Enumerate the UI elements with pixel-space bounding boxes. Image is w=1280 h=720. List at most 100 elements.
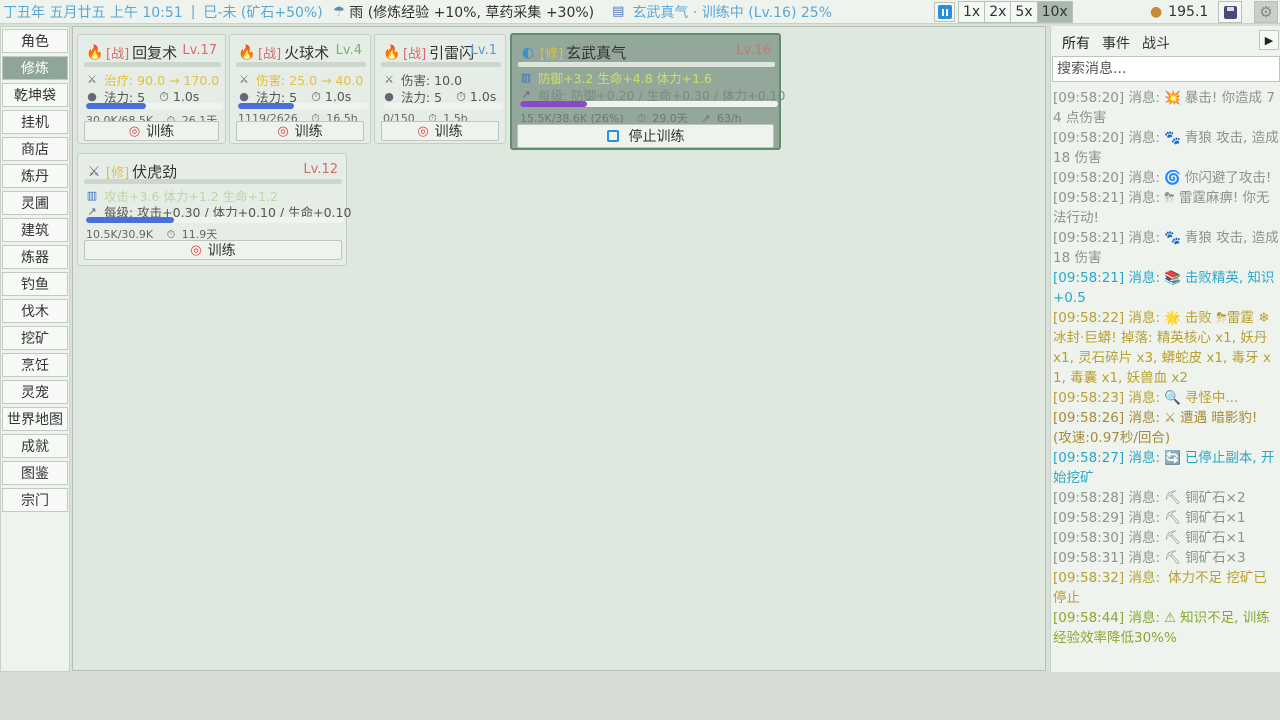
speed-2x-button[interactable]: 2x bbox=[984, 1, 1012, 23]
crossed-swords-icon: ⚔ bbox=[87, 73, 97, 86]
save-button[interactable] bbox=[1218, 1, 1242, 23]
skill-card-heal: 🔥 [战] 回复术 Lv.17 ⚔ 治疗: 90.0 → 170.0 ● 法力:… bbox=[77, 34, 226, 144]
skill-progress-fill bbox=[86, 103, 147, 109]
log-event-icon: ⛏ bbox=[1164, 490, 1182, 506]
speed-10x-button[interactable]: 10x bbox=[1036, 1, 1073, 23]
play-button[interactable]: ▶ bbox=[1259, 30, 1279, 50]
log-text: 铜矿石×3 bbox=[1185, 550, 1246, 566]
bar-chart-icon: ▥ bbox=[86, 189, 98, 202]
log-timestamp: [09:58:22] bbox=[1053, 310, 1125, 326]
skill-progress-bar bbox=[86, 217, 344, 223]
tab-events[interactable]: 事件 bbox=[1102, 33, 1130, 53]
sidebar-item-garden[interactable]: 灵圃 bbox=[2, 191, 68, 215]
tab-combat[interactable]: 战斗 bbox=[1142, 33, 1170, 53]
log-event-icon: 🔍 bbox=[1164, 390, 1181, 406]
log-prefix: 消息: bbox=[1128, 610, 1161, 626]
gear-icon: ⚙ bbox=[1259, 3, 1273, 21]
speed-5x-button[interactable]: 5x bbox=[1010, 1, 1038, 23]
train-button[interactable]: ◎ 训练 bbox=[236, 121, 364, 141]
sidebar-item-inventory[interactable]: 乾坤袋 bbox=[2, 83, 68, 107]
pause-button[interactable] bbox=[934, 2, 955, 22]
log-prefix: 消息: bbox=[1128, 310, 1161, 326]
log-event-icon: ⛏ bbox=[1164, 510, 1182, 526]
sidebar-item-woodcutting[interactable]: 伐木 bbox=[2, 299, 68, 323]
log-prefix: 消息: bbox=[1128, 490, 1161, 506]
log-timestamp: [09:58:20] bbox=[1053, 90, 1125, 106]
sidebar-item-cultivation[interactable]: 修炼 bbox=[2, 56, 68, 80]
sidebar-item-character[interactable]: 角色 bbox=[2, 29, 68, 53]
log-list: [09:58:20] 消息: 💥 暴击! 你造成 74 点伤害 [09:58:20] … bbox=[1053, 88, 1279, 648]
game-time: 丁丑年 五月廿五 上午 10:51 bbox=[3, 4, 183, 21]
rain-cloud-icon: ☂ bbox=[332, 3, 346, 20]
log-timestamp: [09:58:31] bbox=[1053, 550, 1125, 566]
log-timestamp: [09:58:44] bbox=[1053, 610, 1125, 626]
sidebar-item-buildings[interactable]: 建筑 bbox=[2, 218, 68, 242]
pause-icon bbox=[937, 5, 952, 19]
stop-training-button[interactable]: 停止训练 bbox=[517, 124, 774, 148]
target-icon: ◎ bbox=[277, 123, 289, 139]
log-timestamp: [09:58:29] bbox=[1053, 510, 1125, 526]
log-entry: [09:58:44] 消息: ⚠ 知识不足, 训练经验效率降低30%% bbox=[1053, 608, 1279, 648]
target-icon: ◎ bbox=[128, 123, 141, 139]
sidebar-item-alchemy[interactable]: 炼丹 bbox=[2, 164, 68, 188]
trend-chart-icon: ↗ bbox=[521, 88, 531, 101]
crossed-swords-icon: ⚔ bbox=[239, 73, 249, 86]
floppy-disk-icon bbox=[1223, 5, 1237, 19]
bottom-strip bbox=[0, 672, 1280, 720]
header-divider bbox=[518, 62, 775, 67]
skill-name: 引雷闪 bbox=[429, 44, 475, 62]
log-entry: [09:58:29] 消息: ⛏ 铜矿石×1 bbox=[1053, 508, 1279, 528]
skill-card-lightning: 🔥 [战] 引雷闪 Lv.1 ⚔ 伤害: 10.0 ● 法力: 5 ⏱ 1.0s… bbox=[374, 34, 506, 144]
money-bag-icon: ● bbox=[1150, 4, 1163, 20]
log-entry: [09:58:31] 消息: ⛏ 铜矿石×3 bbox=[1053, 548, 1279, 568]
log-prefix: 消息: bbox=[1128, 170, 1161, 186]
train-button[interactable]: ◎ 训练 bbox=[84, 121, 219, 141]
log-prefix: 消息: bbox=[1128, 130, 1161, 146]
separator: | bbox=[190, 3, 196, 20]
sidebar-item-fishing[interactable]: 钓鱼 bbox=[2, 272, 68, 296]
log-event-icon: ⚔ bbox=[1164, 410, 1177, 426]
train-button[interactable]: ◎ 训练 bbox=[381, 121, 499, 141]
sidebar-item-codex[interactable]: 图鉴 bbox=[2, 461, 68, 485]
sidebar-item-forging[interactable]: 炼器 bbox=[2, 245, 68, 269]
log-text: 铜矿石×1 bbox=[1185, 530, 1246, 546]
log-entry: [09:58:22] 消息: 🌟 击败 ⛈雷霆 ❄冰封·巨蟒! 掉落: 精英核心 x… bbox=[1053, 308, 1279, 388]
cast-time: 1.0s bbox=[324, 89, 352, 104]
skill-name: 火球术 bbox=[284, 44, 330, 62]
speed-1x-button[interactable]: 1x bbox=[958, 1, 986, 23]
log-prefix: 消息: bbox=[1128, 90, 1161, 106]
skill-card-fuhu: ⚔ [修] 伏虎劲 Lv.12 ▥ 攻击+3.6 体力+1.2 生命+1.2 ↗… bbox=[77, 153, 351, 266]
sidebar-item-idle[interactable]: 挂机 bbox=[2, 110, 68, 134]
sidebar-item-achievements[interactable]: 成就 bbox=[2, 434, 68, 458]
cast-time: 1.0s bbox=[469, 89, 497, 104]
log-timestamp: [09:58:30] bbox=[1053, 530, 1125, 546]
log-prefix: 消息: bbox=[1128, 190, 1161, 206]
train-button[interactable]: ◎ 训练 bbox=[84, 240, 342, 260]
log-entry: [09:58:20] 消息: 💥 暴击! 你造成 74 点伤害 bbox=[1053, 88, 1279, 128]
sidebar-item-mining[interactable]: 挖矿 bbox=[2, 326, 68, 350]
settings-button[interactable]: ⚙ bbox=[1254, 1, 1278, 23]
sidebar-item-shop[interactable]: 商店 bbox=[2, 137, 68, 161]
sidebar-item-sect[interactable]: 宗门 bbox=[2, 488, 68, 512]
sidebar-item-world-map[interactable]: 世界地图 bbox=[2, 407, 68, 431]
skill-level: Lv.12 bbox=[303, 162, 338, 177]
fire-icon: 🔥 bbox=[238, 44, 256, 61]
search-input[interactable] bbox=[1052, 56, 1280, 82]
sidebar-item-pets[interactable]: 灵宠 bbox=[2, 380, 68, 404]
crossed-swords-icon: ⚔ bbox=[87, 163, 101, 180]
train-button-label: 训练 bbox=[146, 124, 175, 140]
log-text: 你闪避了攻击! bbox=[1184, 170, 1272, 186]
log-event-icon: ⛏ bbox=[1164, 530, 1182, 546]
log-prefix: 消息: bbox=[1128, 530, 1161, 546]
coin-display: ● 195.1 bbox=[1150, 0, 1208, 24]
mana-orb-icon: ● bbox=[239, 90, 249, 103]
target-icon: ◎ bbox=[190, 242, 202, 258]
log-event-icon: 🐾 bbox=[1164, 230, 1181, 246]
log-entry: [09:58:32] 消息: 体力不足 挖矿已停止 bbox=[1053, 568, 1279, 608]
skill-tag: [战] bbox=[258, 47, 282, 62]
log-event-icon: 🌟 bbox=[1164, 310, 1181, 326]
target-icon: ◎ bbox=[417, 123, 429, 139]
sidebar-item-cooking[interactable]: 烹饪 bbox=[2, 353, 68, 377]
train-button-label: 训练 bbox=[294, 124, 323, 140]
tab-all[interactable]: 所有 bbox=[1062, 33, 1090, 53]
